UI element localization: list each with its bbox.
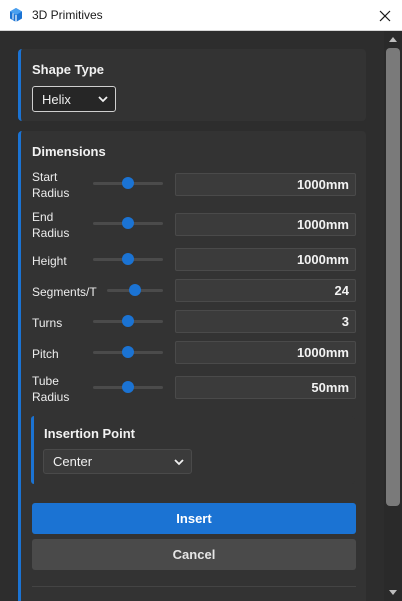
- slider-thumb[interactable]: [122, 346, 134, 358]
- slider-thumb[interactable]: [122, 381, 134, 393]
- turns-input[interactable]: 3: [175, 310, 356, 333]
- segments-label: Segments/T: [32, 285, 97, 299]
- slider-thumb[interactable]: [122, 315, 134, 327]
- pitch-label: Pitch: [32, 347, 59, 361]
- window-title: 3D Primitives: [32, 8, 103, 22]
- triangle-up-icon: [389, 37, 397, 42]
- shape-type-select[interactable]: Helix: [32, 86, 116, 112]
- cancel-button[interactable]: Cancel: [32, 539, 356, 570]
- dialog-content: Shape Type Helix Dimensions Start Radius…: [0, 31, 384, 601]
- end-radius-slider[interactable]: [93, 216, 163, 230]
- segments-input[interactable]: 24: [175, 279, 356, 302]
- insertion-point-select[interactable]: Center: [43, 449, 192, 474]
- segments-slider[interactable]: [107, 283, 163, 297]
- tube-radius-input[interactable]: 50mm: [175, 376, 356, 399]
- height-input[interactable]: 1000mm: [175, 248, 356, 271]
- close-button[interactable]: [368, 0, 402, 31]
- pitch-slider[interactable]: [93, 345, 163, 359]
- scrollbar-thumb[interactable]: [386, 48, 400, 506]
- start-radius-slider[interactable]: [93, 176, 163, 190]
- dimensions-heading: Dimensions: [32, 144, 106, 159]
- triangle-down-icon: [389, 590, 397, 595]
- insertion-point-value: Center: [53, 454, 93, 469]
- chevron-down-icon: [98, 96, 108, 103]
- scrollbar[interactable]: [384, 31, 402, 601]
- insertion-point-panel: Insertion Point Center: [31, 416, 355, 484]
- close-icon: [379, 10, 391, 21]
- height-label: Height: [32, 254, 67, 268]
- shape-type-panel: Shape Type Helix: [18, 49, 366, 121]
- tube-radius-slider[interactable]: [93, 380, 163, 394]
- title-bar: 3D Primitives: [0, 0, 402, 31]
- scroll-down-button[interactable]: [384, 585, 402, 601]
- pitch-input[interactable]: 1000mm: [175, 341, 356, 364]
- height-slider[interactable]: [93, 252, 163, 266]
- shape-type-value: Helix: [42, 91, 71, 107]
- end-radius-label: End Radius: [32, 210, 70, 240]
- 3d-primitives-icon: [10, 8, 22, 22]
- turns-slider[interactable]: [93, 314, 163, 328]
- end-radius-input[interactable]: 1000mm: [175, 213, 356, 236]
- start-radius-label: Start Radius: [32, 170, 70, 200]
- dimensions-panel: Dimensions Start Radius 1000mm End Radiu…: [18, 131, 366, 601]
- insertion-point-heading: Insertion Point: [44, 426, 135, 441]
- chevron-down-icon: [174, 459, 184, 466]
- divider: [32, 586, 356, 587]
- slider-thumb[interactable]: [122, 177, 134, 189]
- slider-thumb[interactable]: [122, 253, 134, 265]
- shape-type-heading: Shape Type: [32, 62, 105, 77]
- slider-thumb[interactable]: [129, 284, 141, 296]
- insert-button[interactable]: Insert: [32, 503, 356, 534]
- start-radius-input[interactable]: 1000mm: [175, 173, 356, 196]
- scroll-up-button[interactable]: [384, 31, 402, 47]
- tube-radius-label: Tube Radius: [32, 374, 70, 404]
- slider-thumb[interactable]: [122, 217, 134, 229]
- turns-label: Turns: [32, 316, 63, 330]
